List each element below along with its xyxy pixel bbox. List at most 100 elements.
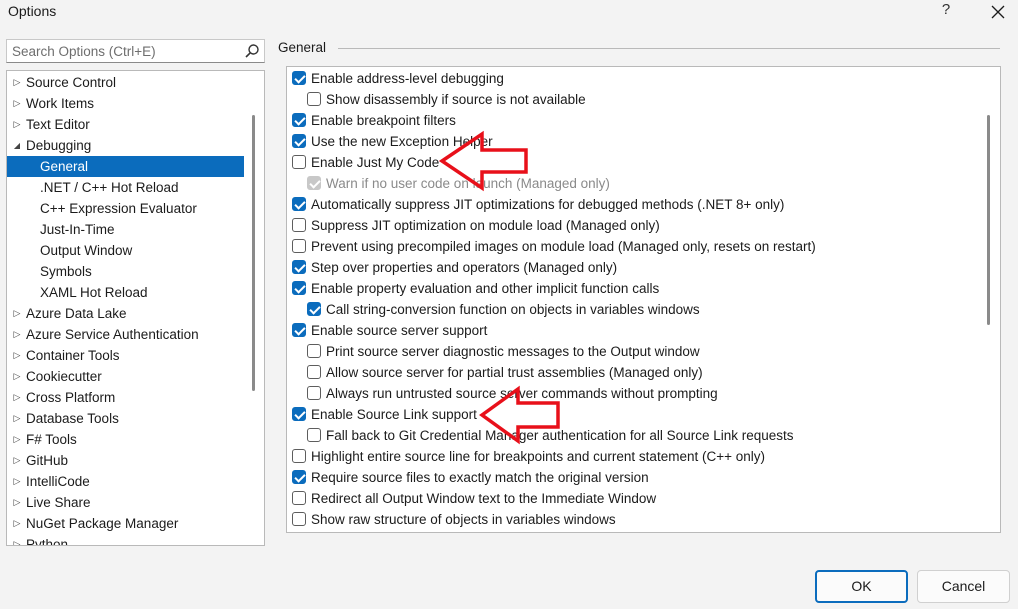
collapsed-arrow-icon[interactable]: ▷ (12, 93, 22, 114)
tree-item-python[interactable]: ▷ Python (7, 534, 244, 546)
tree-item-database-tools[interactable]: ▷ Database Tools (7, 408, 244, 429)
tree-item-live-share[interactable]: ▷ Live Share (7, 492, 244, 513)
option-label: Show raw structure of objects in variabl… (311, 512, 616, 527)
collapsed-arrow-icon[interactable]: ▷ (12, 114, 22, 135)
tree-item-label: GitHub (26, 453, 69, 468)
collapsed-arrow-icon[interactable]: ▷ (12, 345, 22, 366)
option-label: Allow source server for partial trust as… (326, 365, 703, 380)
tree-item-label: Just-In-Time (40, 222, 115, 237)
option-label: Step over properties and operators (Mana… (311, 260, 618, 275)
tree-item-label: .NET / C++ Hot Reload (40, 180, 179, 195)
window-title: Options (8, 3, 57, 19)
tree-item-label: Symbols (40, 264, 92, 279)
checkbox-unchecked[interactable] (307, 386, 321, 400)
collapsed-arrow-icon[interactable]: ▷ (12, 408, 22, 429)
checkbox-checked[interactable] (292, 260, 306, 274)
tree-item-label: Python (26, 537, 69, 546)
checkbox-checked[interactable] (307, 302, 321, 316)
tree-item-text-editor[interactable]: ▷ Text Editor (7, 114, 244, 135)
ok-button[interactable]: OK (815, 570, 908, 603)
section-title: General (278, 40, 327, 55)
options-panel: Enable address-level debugging Show disas… (286, 66, 1001, 533)
checkbox-unchecked[interactable] (292, 155, 306, 169)
option-label: Prevent using precompiled images on modu… (311, 239, 816, 254)
tree-item-github[interactable]: ▷ GitHub (7, 450, 244, 471)
tree-item-label: Azure Data Lake (26, 306, 127, 321)
tree-scrollbar[interactable] (252, 115, 255, 391)
tree-item-intellicode[interactable]: ▷ IntelliCode (7, 471, 244, 492)
tree-item-c-expression-evaluator[interactable]: C++ Expression Evaluator (7, 198, 244, 219)
collapsed-arrow-icon[interactable]: ▷ (12, 387, 22, 408)
option-label: Automatically suppress JIT optimizations… (311, 197, 785, 212)
option-label: Enable Just My Code (311, 155, 440, 170)
checkbox-checked[interactable] (292, 197, 306, 211)
tree-item-work-items[interactable]: ▷ Work Items (7, 93, 244, 114)
cancel-button[interactable]: Cancel (917, 570, 1010, 603)
search-input[interactable] (7, 40, 237, 62)
tree-item-cookiecutter[interactable]: ▷ Cookiecutter (7, 366, 244, 387)
collapsed-arrow-icon[interactable]: ▷ (12, 450, 22, 471)
checkbox-unchecked[interactable] (292, 218, 306, 232)
tree-item-net-c-hot-reload[interactable]: .NET / C++ Hot Reload (7, 177, 244, 198)
options-tree[interactable]: ▷ Source Control ▷ Work Items ▷ Text Editor ◢ D… (6, 70, 265, 546)
tree-item-output-window[interactable]: Output Window (7, 240, 244, 261)
collapsed-arrow-icon[interactable]: ▷ (12, 513, 22, 534)
annotation-arrow-source-link (479, 385, 560, 445)
checkbox-unchecked[interactable] (292, 449, 306, 463)
panel-scrollbar[interactable] (987, 115, 990, 325)
tree-item-container-tools[interactable]: ▷ Container Tools (7, 345, 244, 366)
tree-item-azure-service-authentication[interactable]: ▷ Azure Service Authentication (7, 324, 244, 345)
option-label: Highlight entire source line for breakpo… (311, 449, 765, 464)
annotation-arrow-just-my-code (438, 130, 528, 192)
search-box[interactable] (6, 39, 265, 63)
option-label: Enable Source Link support (311, 407, 477, 422)
tree-item-azure-data-lake[interactable]: ▷ Azure Data Lake (7, 303, 244, 324)
section-divider (338, 48, 1000, 49)
checkbox-unchecked[interactable] (307, 92, 321, 106)
checkbox-checked[interactable] (292, 113, 306, 127)
collapsed-arrow-icon[interactable]: ▷ (12, 534, 22, 545)
tree-item-label: C++ Expression Evaluator (40, 201, 197, 216)
checkbox-unchecked[interactable] (292, 239, 306, 253)
close-button[interactable] (984, 0, 1012, 24)
checkbox-checked[interactable] (292, 134, 306, 148)
tree-item-label: Live Share (26, 495, 91, 510)
checkbox-checked[interactable] (292, 281, 306, 295)
collapsed-arrow-icon[interactable]: ▷ (12, 366, 22, 387)
expanded-arrow-icon[interactable]: ◢ (12, 135, 22, 156)
tree-item-general[interactable]: General (7, 156, 244, 177)
collapsed-arrow-icon[interactable]: ▷ (12, 303, 22, 324)
tree-item-f-tools[interactable]: ▷ F# Tools (7, 429, 244, 450)
collapsed-arrow-icon[interactable]: ▷ (12, 471, 22, 492)
option-label: Suppress JIT optimization on module load… (311, 218, 660, 233)
tree-item-source-control[interactable]: ▷ Source Control (7, 72, 244, 93)
tree-item-debugging[interactable]: ◢ Debugging (7, 135, 244, 156)
collapsed-arrow-icon[interactable]: ▷ (12, 492, 22, 513)
tree-item-cross-platform[interactable]: ▷ Cross Platform (7, 387, 244, 408)
checkbox-checked[interactable] (292, 407, 306, 421)
checkbox-checked[interactable] (292, 323, 306, 337)
tree-item-label: Cross Platform (26, 390, 116, 405)
collapsed-arrow-icon[interactable]: ▷ (12, 72, 22, 93)
collapsed-arrow-icon[interactable]: ▷ (12, 429, 22, 450)
checkbox-unchecked[interactable] (292, 512, 306, 526)
tree-item-label: Container Tools (26, 348, 120, 363)
tree-item-just-in-time[interactable]: Just-In-Time (7, 219, 244, 240)
checkbox-checked[interactable] (292, 470, 306, 484)
checkbox-unchecked[interactable] (307, 365, 321, 379)
tree-item-xaml-hot-reload[interactable]: XAML Hot Reload (7, 282, 244, 303)
checkbox-checked[interactable] (292, 71, 306, 85)
option-label: Require source files to exactly match th… (311, 470, 649, 485)
collapsed-arrow-icon[interactable]: ▷ (12, 324, 22, 345)
checkbox-unchecked[interactable] (307, 428, 321, 442)
tree-item-nuget-package-manager[interactable]: ▷ NuGet Package Manager (7, 513, 244, 534)
tree-item-symbols[interactable]: Symbols (7, 261, 244, 282)
search-icon[interactable] (244, 43, 260, 59)
option-label: Enable source server support (311, 323, 488, 338)
tree-item-label: IntelliCode (26, 474, 90, 489)
checkbox-unchecked[interactable] (292, 491, 306, 505)
tree-item-label: XAML Hot Reload (40, 285, 148, 300)
help-button[interactable]: ? (936, 1, 956, 23)
checkbox-unchecked[interactable] (307, 344, 321, 358)
tree-item-label: Text Editor (26, 117, 90, 132)
